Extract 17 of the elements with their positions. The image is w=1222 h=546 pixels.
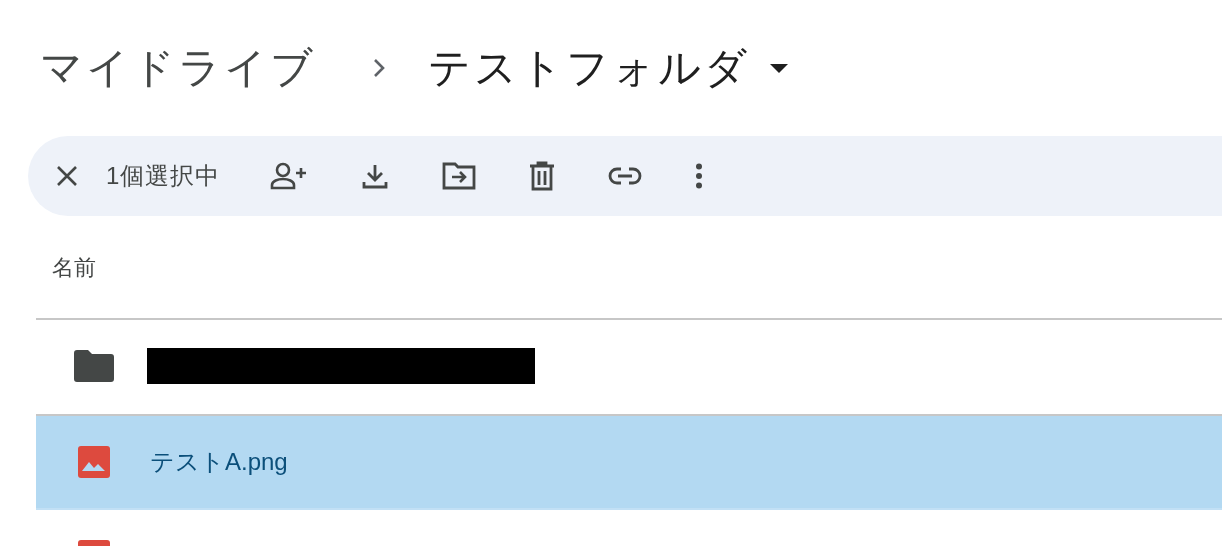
folder-icon — [74, 350, 114, 382]
image-file-icon — [78, 446, 110, 478]
delete-icon[interactable] — [529, 161, 556, 191]
add-person-icon[interactable] — [270, 162, 309, 190]
file-name: テストA.png — [150, 447, 288, 477]
selection-count: 1個選択中 — [106, 161, 221, 191]
file-row[interactable]: テストA.png — [36, 414, 1222, 510]
download-icon[interactable] — [361, 162, 390, 190]
column-header[interactable]: 名前 — [52, 253, 96, 283]
breadcrumb-item[interactable]: テストフォルダ — [422, 40, 756, 96]
chevron-icon — [372, 57, 386, 79]
caret-icon[interactable] — [770, 63, 788, 73]
link-icon[interactable] — [608, 167, 643, 185]
breadcrumb-item[interactable]: マイドライブ — [34, 40, 322, 96]
close-icon[interactable] — [56, 165, 78, 187]
folder-arrow-icon[interactable] — [442, 162, 477, 190]
more-icon[interactable] — [695, 163, 704, 189]
